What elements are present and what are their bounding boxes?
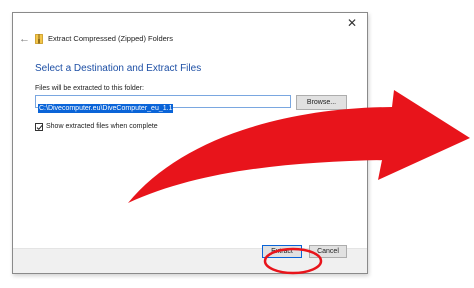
- extract-button[interactable]: Extract: [262, 245, 302, 258]
- zip-folder-icon: [35, 34, 43, 44]
- back-button[interactable]: ←: [19, 33, 30, 45]
- back-arrow-icon: ←: [19, 33, 30, 45]
- show-files-label: Show extracted files when complete: [46, 123, 158, 130]
- checkmark-icon: [36, 125, 43, 131]
- destination-path-value: C:\Divecomputer.eu\DiveComputer_eu_1.1: [38, 104, 174, 113]
- extract-dialog: ✕ ← Extract Compressed (Zipped) Folders …: [12, 12, 368, 274]
- close-icon: ✕: [346, 16, 358, 30]
- browse-button[interactable]: Browse...: [296, 95, 347, 110]
- destination-path-input[interactable]: C:\Divecomputer.eu\DiveComputer_eu_1.1: [35, 95, 291, 113]
- page-heading: Select a Destination and Extract Files: [35, 63, 202, 74]
- close-button[interactable]: ✕: [345, 16, 359, 30]
- screenshot-stage: ✕ ← Extract Compressed (Zipped) Folders …: [0, 0, 474, 288]
- cancel-button[interactable]: Cancel: [309, 245, 347, 258]
- window-title: Extract Compressed (Zipped) Folders: [48, 34, 174, 43]
- show-files-checkbox[interactable]: [35, 123, 43, 131]
- destination-label: Files will be extracted to this folder:: [35, 85, 144, 92]
